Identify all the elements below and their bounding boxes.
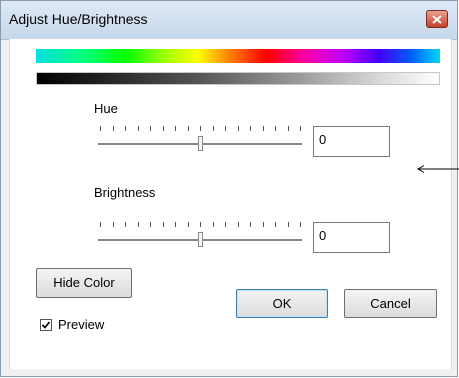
preview-checkbox[interactable] (40, 319, 52, 331)
hue-tick (138, 126, 139, 131)
brightness-tick (288, 222, 289, 227)
arrow-left-icon (417, 165, 459, 173)
window-title: Adjust Hue/Brightness (9, 11, 148, 27)
brightness-tick (275, 222, 276, 227)
brightness-tick (138, 222, 139, 227)
brightness-tick (175, 222, 176, 227)
hue-slider-thumb[interactable] (198, 136, 203, 151)
hue-tick (113, 126, 114, 131)
hue-tick (250, 126, 251, 131)
brightness-tick (125, 222, 126, 227)
cancel-button[interactable]: Cancel (344, 289, 437, 318)
hue-tick (175, 126, 176, 131)
dialog-body: Hue 0 Brightness 0 Hide Color OK Cancel … (9, 39, 459, 369)
title-bar[interactable]: Adjust Hue/Brightness (1, 1, 457, 40)
brightness-tick (113, 222, 114, 227)
brightness-tick (213, 222, 214, 227)
hide-color-button[interactable]: Hide Color (36, 268, 132, 298)
brightness-slider-ticks (98, 222, 304, 230)
hue-tick (300, 126, 301, 131)
hue-tick (125, 126, 126, 131)
brightness-tick (150, 222, 151, 227)
hue-tick (213, 126, 214, 131)
brightness-gradient-bar (36, 72, 440, 85)
brightness-tick (238, 222, 239, 227)
hue-label: Hue (94, 101, 118, 116)
brightness-tick (188, 222, 189, 227)
hue-tick (225, 126, 226, 131)
brightness-tick (100, 222, 101, 227)
hue-tick (288, 126, 289, 131)
hue-tick (163, 126, 164, 131)
hue-tick (238, 126, 239, 131)
brightness-slider[interactable] (98, 222, 304, 252)
brightness-label: Brightness (94, 185, 156, 200)
hue-tick (150, 126, 151, 131)
hue-slider-ticks (98, 126, 304, 134)
hue-tick (263, 126, 264, 131)
hue-tick (275, 126, 276, 131)
adjust-hue-brightness-dialog: Adjust Hue/Brightness Hue 0 Brightness 0… (0, 0, 459, 377)
brightness-tick (263, 222, 264, 227)
brightness-tick (163, 222, 164, 227)
brightness-slider-thumb[interactable] (198, 232, 203, 247)
brightness-tick (300, 222, 301, 227)
hue-tick (200, 126, 201, 131)
hue-value-input[interactable]: 0 (313, 126, 390, 157)
checkmark-icon (41, 321, 51, 329)
preview-label: Preview (58, 317, 105, 332)
brightness-tick (250, 222, 251, 227)
brightness-tick (200, 222, 201, 227)
brightness-value-input[interactable]: 0 (313, 222, 390, 253)
close-button[interactable] (426, 10, 448, 28)
brightness-tick (225, 222, 226, 227)
hue-tick (100, 126, 101, 131)
hue-spectrum-bar (36, 49, 440, 63)
hue-tick (188, 126, 189, 131)
close-x-icon (432, 14, 442, 24)
hue-slider[interactable] (98, 126, 304, 156)
ok-button[interactable]: OK (236, 289, 328, 318)
